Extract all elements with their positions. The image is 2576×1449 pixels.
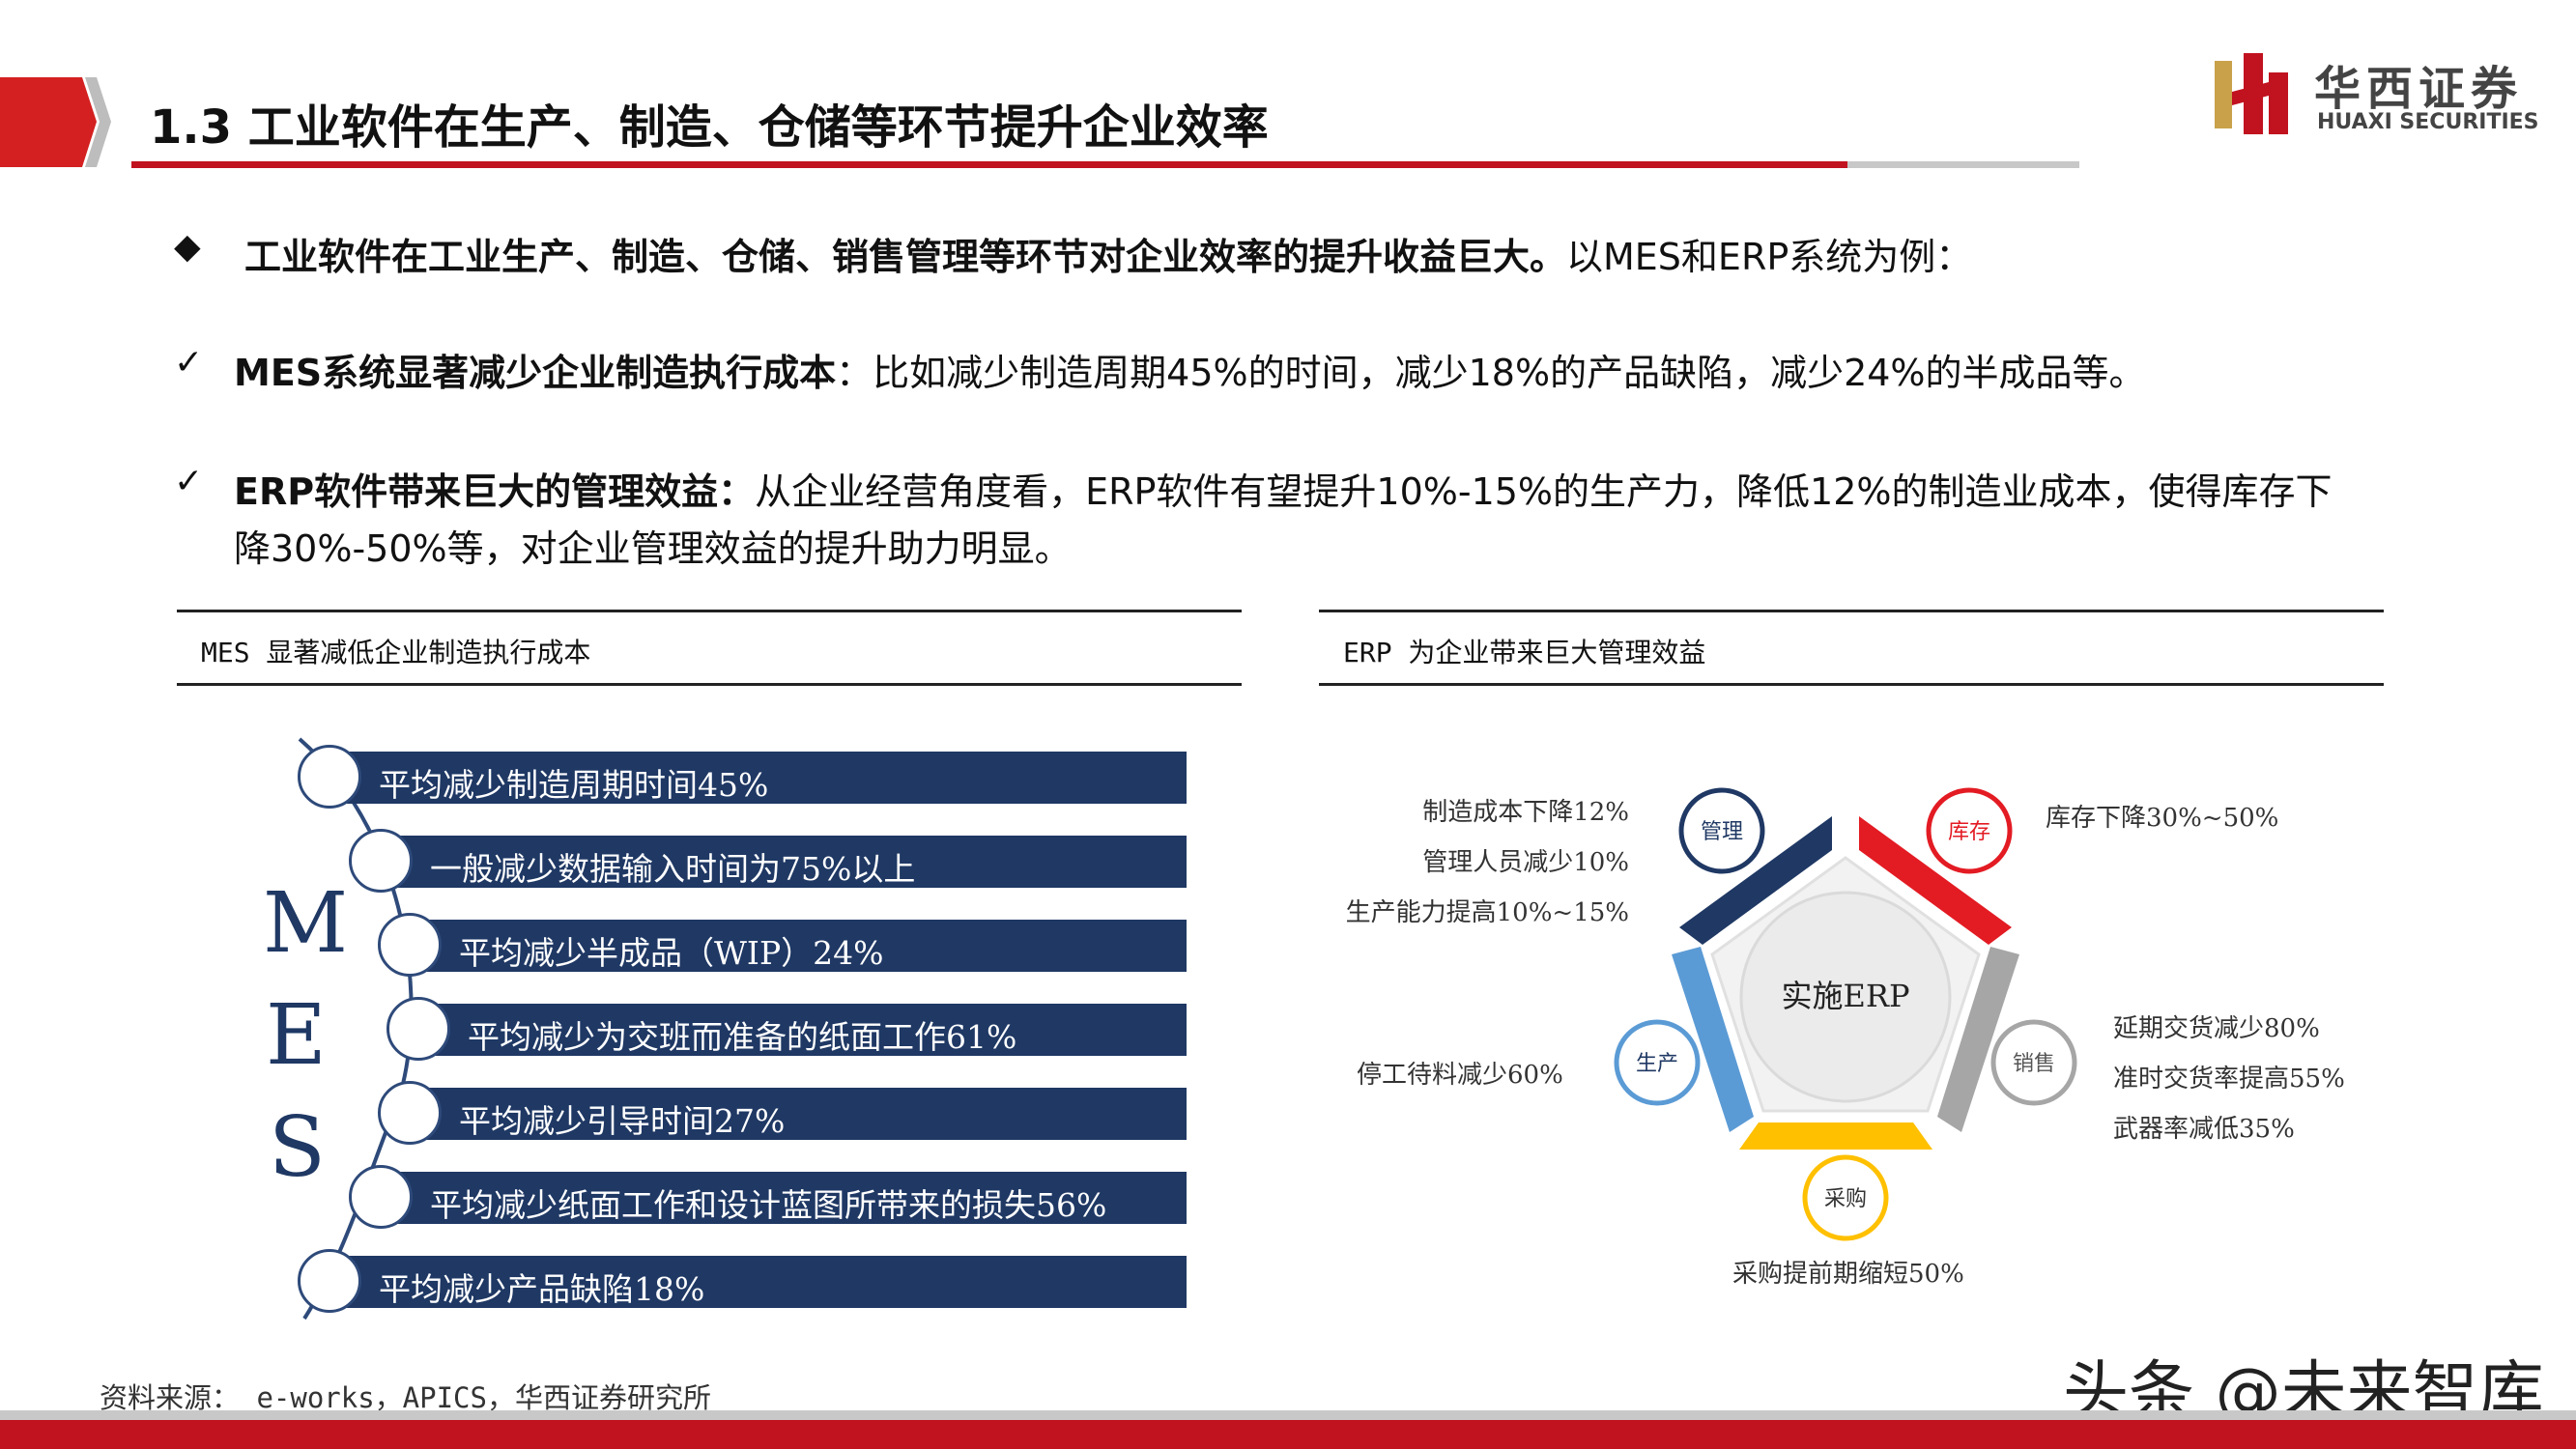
erp-panel-title: ERP 为企业带来巨大管理效益 [1343, 637, 1706, 668]
check-bullet-icon: ✓ [174, 343, 204, 383]
erp-manage-effect: 制造成本下降12% [1422, 798, 1629, 827]
huaxi-logo-icon [2215, 53, 2288, 134]
bullet-erp-rest: 从企业经营角度看，ERP软件有望提升10%-15%的生产力，降低12%的制造业成… [755, 470, 2333, 513]
mes-item-bar: 平均减少纸面工作和设计蓝图所带来的损失56% [382, 1172, 1187, 1224]
erp-segment-purchase [1739, 1122, 1932, 1150]
mes-item-text: 平均减少半成品（WIP）24% [459, 934, 884, 972]
bullet-intro: 工业软件在工业生产、制造、仓储、销售管理等环节对企业效率的提升收益巨大。以MES… [244, 227, 1972, 280]
mes-panel-bottom-rule [177, 683, 1242, 686]
bullet-intro-rest: 以MES和ERP系统为例： [1566, 236, 1973, 278]
mes-item-bar: 平均减少半成品（WIP）24% [411, 920, 1187, 972]
erp-node-purchase-label: 采购 [1824, 1187, 1867, 1211]
mes-item-text: 平均减少纸面工作和设计蓝图所带来的损失56% [430, 1186, 1107, 1224]
mes-item-bar: 平均减少引导时间27% [411, 1088, 1187, 1140]
mes-item-circle [298, 745, 361, 809]
mes-letter-m: M [263, 875, 349, 972]
check-bullet-icon: ✓ [174, 462, 204, 501]
erp-center-label: 实施ERP [1782, 978, 1910, 1014]
bullet-erp: ERP软件带来巨大的管理效益：从企业经营角度看，ERP软件有望提升10%-15%… [234, 462, 2333, 515]
logo-text-en: HUAXI SECURITIES [2317, 110, 2539, 134]
mes-item-circle [378, 1081, 442, 1145]
mes-item-circle [298, 1249, 361, 1313]
mes-item-text: 平均减少产品缺陷18% [379, 1270, 705, 1308]
erp-node-production-label: 生产 [1636, 1052, 1678, 1076]
erp-purchase-effect: 采购提前期缩短50% [1732, 1260, 1964, 1289]
mes-item-circle [378, 913, 442, 977]
mes-item-text: 平均减少为交班而准备的纸面工作61% [468, 1018, 1017, 1056]
erp-node-manage-label: 管理 [1701, 820, 1743, 844]
mes-item-bar: 平均减少制造周期时间45% [330, 752, 1187, 804]
erp-pentagon-diagram: 实施ERP 管理 库存 销售 采购 生产 [1614, 787, 2077, 1241]
mes-item-text: 一般减少数据输入时间为75%以上 [430, 850, 916, 888]
bullet-erp-continued: 降30%-50%等，对企业管理效益的提升助力明显。 [234, 527, 1072, 570]
mes-letter-s: S [269, 1099, 326, 1196]
bullet-mes-rest: ：比如减少制造周期45%的时间，减少18%的产品缺陷，减少24%的半成品等。 [836, 352, 2146, 394]
header-tab [0, 77, 111, 167]
mes-item-bar: 平均减少为交班而准备的纸面工作61% [419, 1004, 1187, 1056]
mes-panel-top-rule [177, 610, 1242, 612]
title-underline-grey [1847, 161, 2079, 168]
erp-node-sales-label: 销售 [2013, 1052, 2055, 1076]
mes-item-text: 平均减少制造周期时间45% [379, 766, 769, 804]
erp-production-effect: 停工待料减少60% [1357, 1061, 1563, 1090]
erp-sales-effect: 准时交货率提高55% [2113, 1065, 2345, 1094]
mes-item-text: 平均减少引导时间27% [459, 1102, 786, 1140]
erp-sales-effect: 延期交货减少80% [2113, 1014, 2320, 1043]
bullet-erp-bold: ERP软件带来巨大的管理效益： [234, 470, 756, 513]
erp-sales-effect: 武器率减低35% [2113, 1115, 2295, 1144]
mes-item-circle [386, 997, 450, 1061]
page-title: 1.3 工业软件在生产、制造、仓储等环节提升企业效率 [150, 100, 1269, 155]
bullet-intro-bold: 工业软件在工业生产、制造、仓储、销售管理等环节对企业效率的提升收益巨大。 [244, 236, 1567, 278]
erp-inventory-effect: 库存下降30%~50% [2046, 804, 2279, 833]
diamond-bullet-icon: ◆ [174, 227, 201, 267]
bullet-mes: MES系统显著减少企业制造执行成本：比如减少制造周期45%的时间，减少18%的产… [234, 343, 2146, 396]
mes-item-circle [349, 1165, 413, 1229]
erp-manage-effect: 管理人员减少10% [1422, 848, 1629, 877]
erp-manage-effect: 生产能力提高10%~15% [1345, 898, 1629, 927]
erp-node-inventory-label: 库存 [1948, 820, 1990, 844]
mes-item-circle [349, 829, 413, 893]
title-underline [131, 161, 1847, 168]
erp-panel-top-rule [1319, 610, 2384, 612]
bullet-mes-bold: MES系统显著减少企业制造执行成本 [234, 352, 837, 394]
erp-panel-bottom-rule [1319, 683, 2384, 686]
footer-grey-band [0, 1410, 2576, 1420]
logo-text-cn: 华西证券 [2314, 62, 2524, 116]
mes-panel-title: MES 显著减低企业制造执行成本 [201, 637, 591, 668]
footer-red-band [0, 1420, 2576, 1449]
mes-item-bar: 平均减少产品缺陷18% [330, 1256, 1187, 1308]
mes-item-bar: 一般减少数据输入时间为75%以上 [382, 836, 1187, 888]
mes-letter-e: E [266, 987, 327, 1084]
